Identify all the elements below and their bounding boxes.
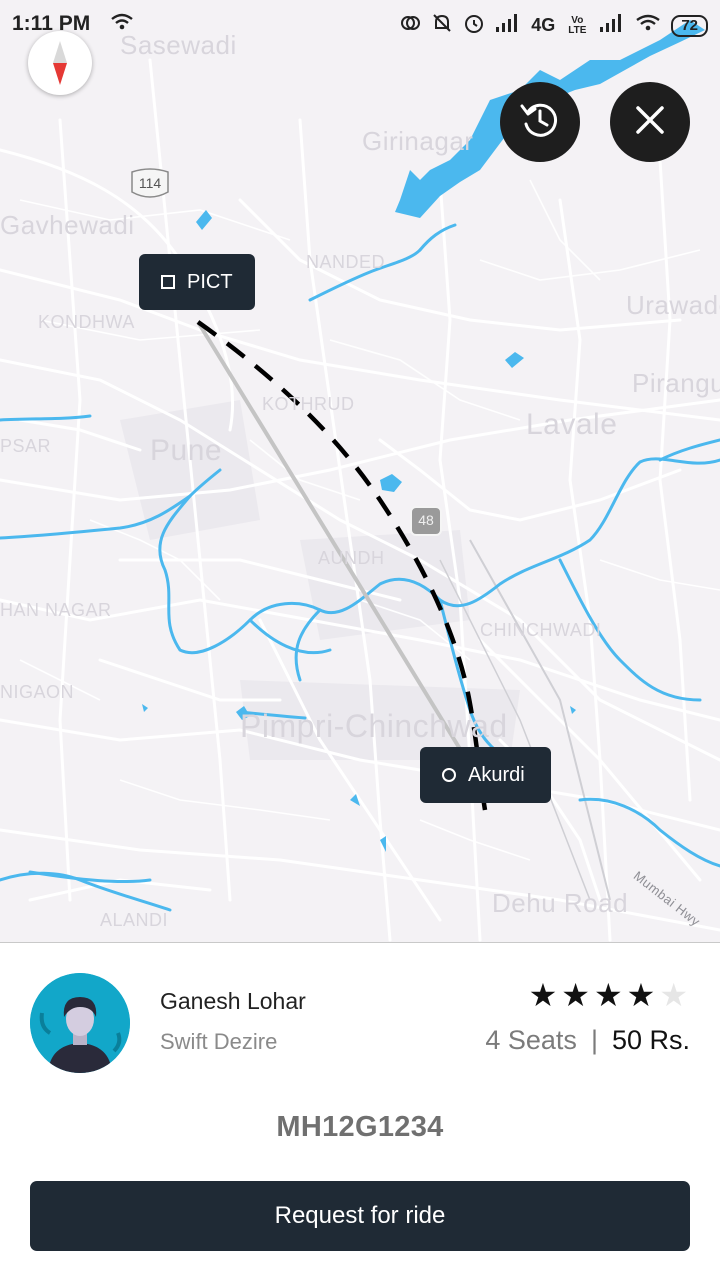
map-label: KONDHWA [38,312,135,332]
star-icon: ★ [626,977,656,1013]
volte-indicator: Vo LTE [568,14,587,36]
map-label: CHINCHWADI [480,620,602,640]
driver-avatar [30,973,130,1073]
map-label: NANDED [306,252,386,272]
history-button[interactable] [500,82,580,162]
map-tiles [0,20,720,942]
map-label: Pirangut [632,368,720,398]
mute-icon [431,12,453,39]
square-icon [161,275,175,289]
map-label: ALANDI [100,910,169,930]
map-label: Urawade [626,290,720,320]
driver-card: Ganesh Lohar Swift Dezire ★ ★ ★ ★ ★ 4 Se… [0,942,720,1280]
map-label: Pune [150,434,223,467]
car-model: Swift Dezire [160,1029,278,1054]
map-label: AUNDH [318,548,385,568]
license-plate: MH12G1234 [276,1111,444,1143]
wifi-icon-2 [635,13,661,38]
origin-marker[interactable]: PICT [139,254,255,310]
map-label: Gavhewadi [0,210,135,240]
compass-button[interactable] [28,31,92,95]
compass-icon [50,39,70,92]
highway-shield-114: 114 [130,168,170,200]
map-label: HAN NAGAR [0,600,112,620]
destination-marker[interactable]: Akurdi [420,747,551,803]
signal-icon [495,13,521,38]
star-icon: ★ [659,977,688,1013]
close-icon [635,105,665,140]
map-label: Dehu Road [492,888,629,918]
highway-shield-48: 48 [410,506,442,536]
status-icons: 4G Vo LTE 72 [399,12,708,39]
map-label: NIGAON [0,682,75,702]
ride-price: 50 Rs. [611,1025,690,1055]
map-label: Girinagar [362,126,474,156]
map-view[interactable]: Sasewadi Gavhewadi Girinagar NANDED Uraw… [0,0,720,942]
circle-icon [442,768,456,782]
map-label: PSAR [0,436,52,456]
map-label: Lavale [526,408,618,441]
separator: | [590,1025,598,1055]
driver-rating: ★ ★ ★ ★ ★ [529,979,688,1011]
seats-price-row: 4 Seats | 50 Rs. [485,1025,690,1056]
star-icon: ★ [561,977,590,1013]
star-icon: ★ [528,977,558,1013]
map-label: Pimpri-Chinchwad [240,708,508,744]
history-icon [518,98,562,147]
star-icon: ★ [593,977,623,1013]
battery-indicator: 72 [671,14,708,37]
driver-name: Ganesh Lohar [160,988,306,1014]
signal-icon-2 [599,13,625,38]
map-label: KOTHRUD [262,394,355,414]
network-type: 4G [531,15,556,35]
alarm-icon [463,12,485,39]
status-bar: 1:11 PM 4G Vo LTE 72 [0,0,720,52]
close-button[interactable] [610,82,690,162]
wifi-icon [110,12,134,37]
origin-label: PICT [187,270,233,293]
sync-icon [399,12,421,39]
seats-count: 4 Seats [485,1025,577,1055]
request-ride-button[interactable]: Request for ride [30,1181,690,1251]
destination-label: Akurdi [468,763,525,786]
